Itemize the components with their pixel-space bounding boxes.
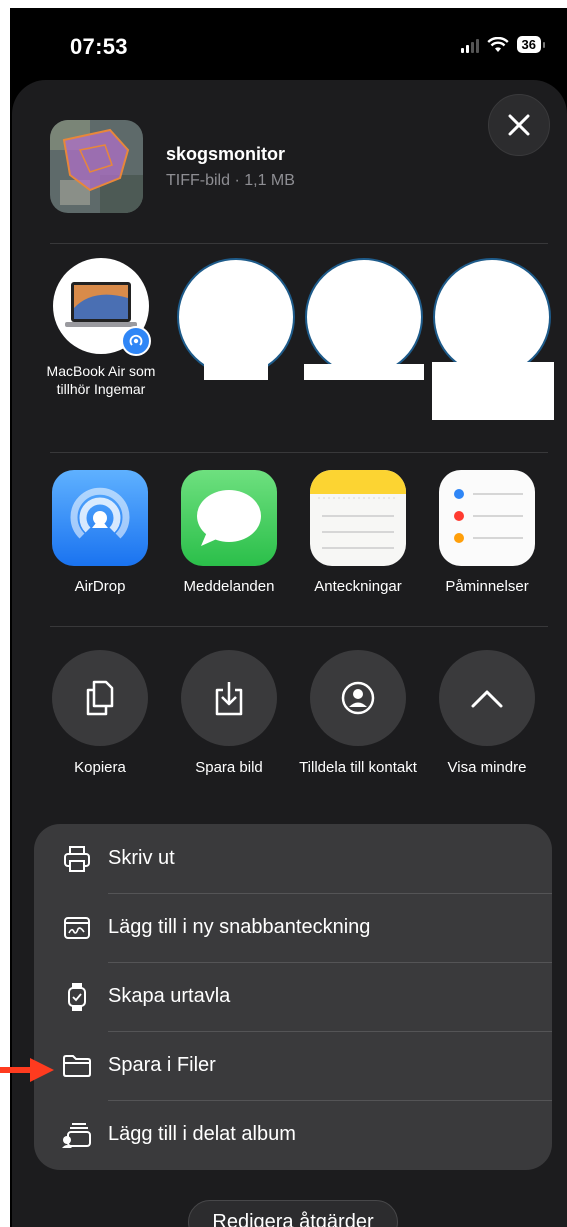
- menu-item-print[interactable]: Skriv ut: [34, 824, 552, 893]
- app-label: Meddelanden: [183, 578, 275, 595]
- avatar: [53, 258, 151, 356]
- menu-label: Skapa urtavla: [108, 985, 231, 1007]
- menu-item-save-to-files[interactable]: Spara i Filer: [34, 1031, 552, 1100]
- redacted-label: [432, 362, 554, 420]
- notes-icon: [310, 470, 406, 566]
- copy-icon: [52, 650, 148, 746]
- action-assign-contact[interactable]: Tilldela till kontakt: [294, 650, 422, 777]
- app-label: AirDrop: [74, 578, 126, 595]
- watch-icon: [62, 982, 92, 1012]
- avatar: [177, 258, 295, 376]
- messages-icon: [181, 470, 277, 566]
- phone-screen: 07:53 36 skogsmonitor TIFF-bild · 1,1 MB…: [10, 8, 567, 1227]
- redacted-label: [204, 364, 268, 380]
- person-contact-2[interactable]: [177, 258, 295, 376]
- action-show-less[interactable]: Visa mindre: [423, 650, 551, 777]
- menu-label: Lägg till i delat album: [108, 1123, 296, 1145]
- action-save-image[interactable]: Spara bild: [165, 650, 293, 777]
- redacted-label: [304, 364, 424, 380]
- signal-icon: [460, 37, 479, 53]
- menu-item-shared-album[interactable]: Lägg till i delat album: [34, 1100, 552, 1169]
- menu-label: Lägg till i ny snabbanteckning: [108, 916, 371, 938]
- shared-album-icon: [62, 1122, 92, 1148]
- divider: [50, 626, 548, 627]
- file-thumbnail: [50, 120, 143, 213]
- actions-menu: Skriv ut Lägg till i ny snabbanteckning: [34, 824, 552, 1170]
- annotation-arrow-icon: [0, 1058, 54, 1082]
- avatar: [305, 258, 423, 376]
- wifi-icon: [486, 36, 509, 52]
- app-reminders[interactable]: Påminnelser: [423, 470, 551, 595]
- status-time: 07:53: [70, 34, 128, 59]
- printer-icon: [62, 845, 92, 872]
- reminders-icon: [439, 470, 535, 566]
- app-airdrop[interactable]: AirDrop: [36, 470, 164, 595]
- divider: [50, 452, 548, 453]
- action-label: Tilldela till kontakt: [299, 759, 417, 776]
- save-image-icon: [181, 650, 277, 746]
- person-contact-3[interactable]: [305, 258, 423, 376]
- app-label: Påminnelser: [445, 578, 529, 595]
- battery-icon: 36: [516, 36, 546, 53]
- share-sheet: skogsmonitor TIFF-bild · 1,1 MB MacBook …: [12, 80, 567, 1227]
- app-notes[interactable]: Anteckningar: [294, 470, 422, 595]
- contact-icon: [310, 650, 406, 746]
- avatar: [433, 258, 551, 376]
- person-label: MacBook Air som tillhör Ingemar: [46, 363, 156, 397]
- person-macbook-air[interactable]: MacBook Air som tillhör Ingemar: [42, 258, 160, 398]
- app-label: Anteckningar: [314, 578, 402, 595]
- edit-actions-button[interactable]: Redigera åtgärder: [188, 1200, 398, 1227]
- menu-item-watch-face[interactable]: Skapa urtavla: [34, 962, 552, 1031]
- status-icons: 36: [460, 36, 546, 53]
- file-name: skogsmonitor: [166, 144, 286, 164]
- chevron-up-icon: [439, 650, 535, 746]
- divider: [50, 243, 548, 244]
- folder-icon: [62, 1054, 92, 1078]
- action-label: Kopiera: [74, 759, 126, 776]
- airdrop-icon: [52, 470, 148, 566]
- menu-label: Spara i Filer: [108, 1054, 216, 1076]
- close-button[interactable]: [488, 94, 550, 156]
- app-messages[interactable]: Meddelanden: [165, 470, 293, 595]
- action-label: Visa mindre: [447, 759, 527, 776]
- action-copy[interactable]: Kopiera: [36, 650, 164, 777]
- menu-item-quick-note[interactable]: Lägg till i ny snabbanteckning: [34, 893, 552, 962]
- person-contact-4[interactable]: [433, 258, 551, 376]
- close-icon: [508, 114, 530, 136]
- menu-label: Skriv ut: [108, 847, 175, 869]
- airdrop-badge-icon: [121, 326, 151, 356]
- action-label: Spara bild: [195, 759, 263, 776]
- file-meta: TIFF-bild · 1,1 MB: [166, 172, 295, 189]
- quick-note-icon: [62, 916, 92, 940]
